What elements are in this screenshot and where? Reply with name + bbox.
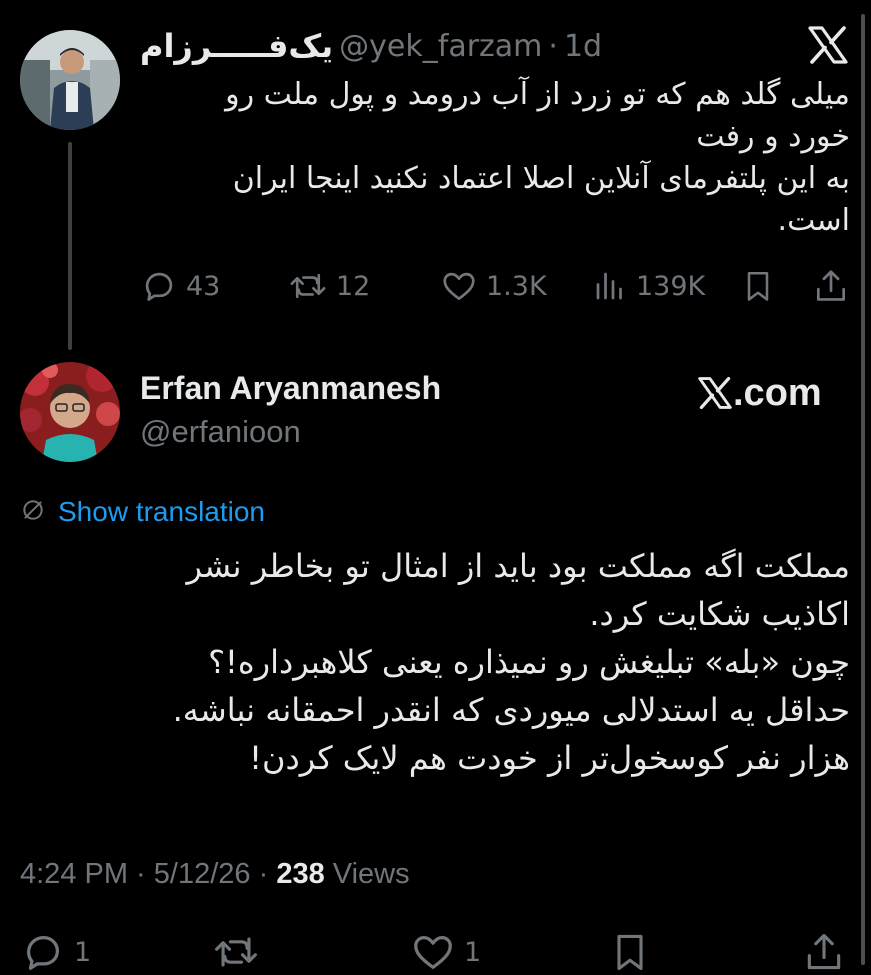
translate-icon [20, 497, 46, 527]
reply-bookmark-button[interactable] [608, 930, 652, 974]
like-button[interactable]: 1.3K [440, 264, 547, 308]
bookmark-icon [740, 267, 776, 305]
parent-tweet-text: میلی گلد هم که تو زرد از آب درومد و پول … [225, 77, 850, 238]
share-icon [812, 267, 850, 305]
reply-action-bar: 1 1 [20, 930, 850, 971]
reply-views-label: Views [324, 858, 410, 890]
avatar-erfan[interactable] [20, 362, 120, 462]
reply-views-count: 238 [276, 858, 325, 890]
views-count: 139K [636, 270, 706, 302]
reply-share-button[interactable] [802, 930, 846, 974]
reply-like-count: 1 [464, 936, 482, 968]
reply-like-button[interactable]: 1 [410, 930, 481, 974]
reply-display-name[interactable]: Erfan Aryanmanesh [140, 370, 441, 407]
x-logo-icon [808, 26, 848, 64]
parent-handle[interactable]: @yek_farzam [339, 29, 542, 64]
reply-reply-button[interactable]: 1 [20, 930, 91, 974]
views-icon [592, 267, 628, 305]
share-button[interactable] [812, 264, 850, 308]
reply-icon [140, 267, 178, 305]
thread-connector-line [68, 142, 72, 350]
reply-count: 43 [186, 270, 221, 302]
x-com-watermark: .com [698, 370, 822, 416]
header-separator: · [548, 28, 558, 64]
repost-icon [212, 929, 260, 975]
reply-meta: 4:24 PM · 5/12/26 · 238 Views [20, 858, 410, 891]
reply-button[interactable]: 43 [140, 264, 220, 308]
reply-reply-count: 1 [74, 936, 92, 968]
like-icon [410, 929, 456, 975]
parent-display-name[interactable]: یک‌فـــــرزام [140, 27, 333, 65]
reply-repost-button[interactable] [212, 930, 260, 974]
bookmark-button[interactable] [740, 264, 776, 308]
scrollbar[interactable] [861, 14, 865, 965]
parent-tweet-header: یک‌فـــــرزام @yek_farzam · 1d [140, 26, 602, 66]
like-icon [440, 267, 478, 305]
repost-button[interactable]: 12 [288, 264, 370, 308]
repost-icon [288, 267, 328, 305]
reply-handle[interactable]: @erfanioon [140, 414, 301, 450]
repost-count: 12 [336, 270, 371, 302]
reply-icon [20, 929, 66, 975]
parent-time[interactable]: 1d [564, 29, 602, 64]
reply-tweet-text: مملکت اگه مملکت بود باید از امثال تو بخا… [172, 547, 850, 777]
bookmark-icon [608, 929, 652, 975]
show-translation-link[interactable]: Show translation [58, 496, 265, 528]
reply-timestamp[interactable]: 4:24 PM · 5/12/26 · [20, 858, 276, 890]
views-button[interactable]: 139K [592, 264, 705, 308]
parent-action-bar: 43 12 1.3K 139K [140, 264, 852, 308]
x-logo-icon [698, 376, 733, 410]
like-count: 1.3K [486, 270, 547, 302]
share-icon [802, 929, 846, 975]
x-com-text: .com [733, 371, 822, 414]
translate-row: Show translation [20, 492, 265, 532]
avatar-yek-farzam[interactable] [20, 30, 120, 130]
